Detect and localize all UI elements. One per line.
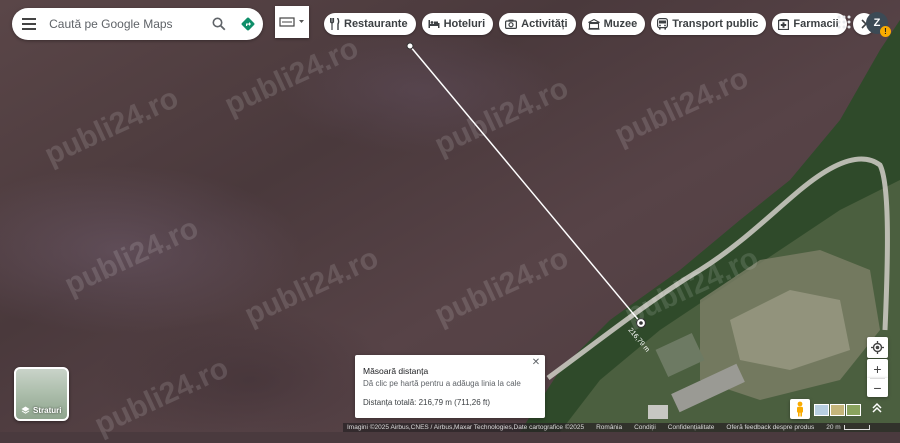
scale-label: 20 m <box>826 424 841 431</box>
measure-total-distance: Distanța totală: 216,79 m (711,26 ft) <box>363 398 491 407</box>
directions-button[interactable] <box>234 8 263 40</box>
satellite-thumbnail[interactable] <box>846 404 861 416</box>
privacy-link[interactable]: Confidențialitate <box>668 424 715 431</box>
zoom-divider <box>870 378 885 379</box>
category-chips: Restaurante Hoteluri Activități Muzee Tr… <box>324 13 875 37</box>
measure-distance-panel: Măsoară distanța Dă clic pe hartă pentru… <box>355 355 545 418</box>
input-tools-button[interactable] <box>275 6 309 38</box>
cutlery-icon <box>330 18 340 30</box>
warning-badge-icon: ! <box>880 26 891 37</box>
pharmacy-icon <box>778 18 790 30</box>
street-view-pegman[interactable] <box>790 399 810 419</box>
chip-label: Restaurante <box>344 18 408 30</box>
bus-icon <box>657 18 669 30</box>
close-icon[interactable]: ✕ <box>531 358 541 368</box>
expand-controls-icon[interactable] <box>868 399 886 417</box>
layers-icon <box>21 406 30 414</box>
keyboard-icon <box>279 17 304 27</box>
map-footer: Imagini ©2025 Airbus,CNES / Airbus,Maxar… <box>343 423 900 432</box>
layers-button[interactable]: Straturi <box>14 367 69 421</box>
chip-label: Farmacii <box>793 18 839 30</box>
search-box <box>12 8 263 40</box>
country-label[interactable]: România <box>596 424 622 431</box>
chip-label: Transport public <box>672 18 759 30</box>
bed-icon <box>428 20 440 28</box>
layers-label-group: Straturi <box>21 406 61 415</box>
imagery-credits: Imagini ©2025 Airbus,CNES / Airbus,Maxar… <box>347 424 585 431</box>
crosshair-icon <box>871 341 884 354</box>
chip-hotels[interactable]: Hoteluri <box>421 13 494 35</box>
map-thumbnail[interactable] <box>814 404 829 416</box>
measure-title: Măsoară distanța <box>363 366 429 376</box>
chip-activities[interactable]: Activități <box>499 13 576 35</box>
camera-icon <box>505 19 518 29</box>
zoom-out-button[interactable]: − <box>867 378 888 397</box>
pegman-icon <box>797 401 803 417</box>
zoom-in-button[interactable]: + <box>867 359 888 378</box>
search-icon <box>212 17 226 31</box>
layers-label: Straturi <box>33 406 62 415</box>
terrain-thumbnail[interactable] <box>830 404 845 416</box>
apps-grid-icon <box>837 15 851 29</box>
measure-start-point <box>406 42 414 50</box>
measure-hint: Dă clic pe hartă pentru a adăuga linia l… <box>363 379 521 388</box>
my-location-button[interactable] <box>867 337 888 358</box>
map-type-thumbnails <box>814 399 861 419</box>
chip-museums[interactable]: Muzee <box>581 13 646 35</box>
search-button[interactable] <box>204 8 233 40</box>
account-avatar[interactable]: Z ! <box>866 12 891 37</box>
hamburger-icon <box>21 18 36 30</box>
scale-bar-line <box>843 425 870 430</box>
chip-label: Muzee <box>603 18 638 30</box>
double-chevron-up-icon <box>872 402 882 413</box>
chip-label: Hoteluri <box>443 18 486 30</box>
scale-bar[interactable]: 20 m <box>826 424 870 431</box>
avatar-initial: Z <box>873 17 881 29</box>
chip-transit[interactable]: Transport public <box>651 13 767 35</box>
menu-button[interactable] <box>12 8 45 40</box>
chip-restaurants[interactable]: Restaurante <box>324 13 416 35</box>
directions-icon <box>241 17 255 31</box>
google-apps-button[interactable] <box>836 14 852 30</box>
museum-icon <box>587 18 600 30</box>
search-input[interactable] <box>45 17 205 31</box>
chip-label: Activități <box>521 18 568 30</box>
feedback-link[interactable]: Oferă feedback despre produs <box>726 424 814 431</box>
terms-link[interactable]: Condiții <box>634 424 656 431</box>
